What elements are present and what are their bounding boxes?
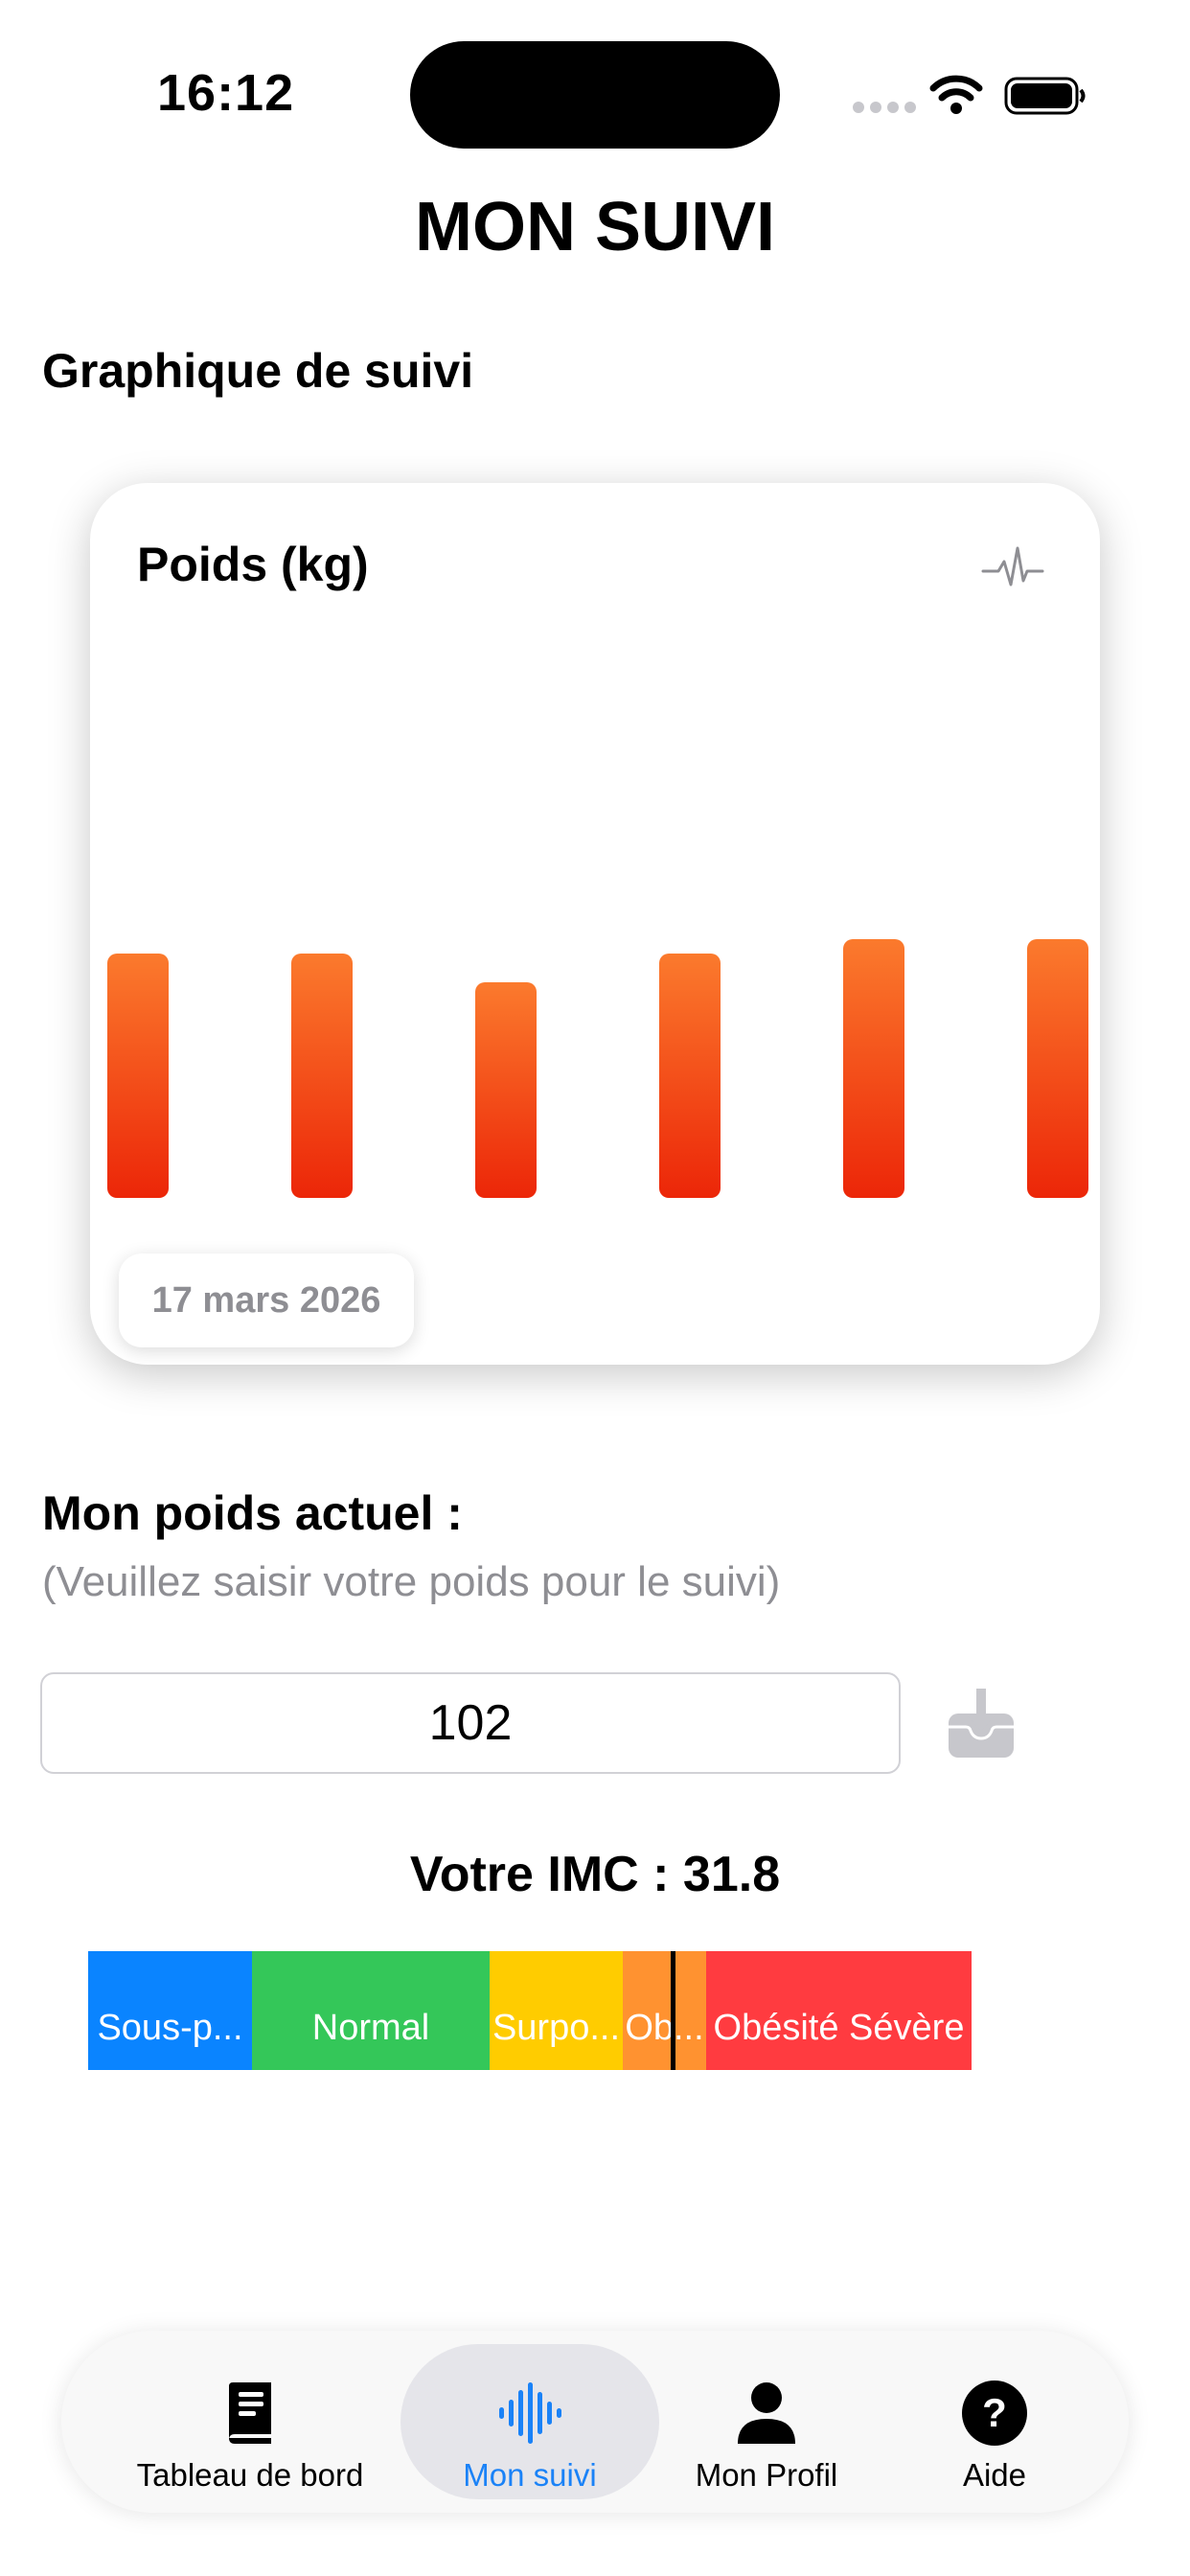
tab-label: Tableau de bord (136, 2457, 364, 2493)
imc-segment-severe-obese: Obésité Sévère (706, 1951, 972, 2070)
page-title: MON SUIVI (414, 189, 776, 265)
current-weight-label: Mon poids actuel : (42, 1486, 463, 1540)
tab-label: Mon Profil (695, 2457, 838, 2493)
dynamic-island (410, 41, 780, 149)
weight-input[interactable] (40, 1672, 901, 1774)
imc-segment-obese: Ob... (623, 1951, 706, 2070)
weight-bar[interactable] (475, 982, 537, 1198)
section-title: Graphique de suivi (42, 344, 474, 398)
question-circle-icon: ? (962, 2380, 1027, 2446)
person-icon (738, 2382, 795, 2444)
tab-mon-suivi[interactable]: Mon suivi (400, 2359, 659, 2494)
heart-rate-waveform-icon[interactable] (979, 537, 1046, 604)
status-time: 16:12 (157, 64, 295, 122)
svg-text:?: ? (982, 2390, 1007, 2435)
tab-mon-profil[interactable]: Mon Profil (671, 2359, 862, 2494)
tray-download-icon[interactable] (945, 1689, 1018, 1761)
tooltip-pointer (141, 1221, 179, 1255)
tab-aide[interactable]: ? Aide (901, 2359, 1088, 2494)
weight-hint-text: (Veuillez saisir votre poids pour le sui… (42, 1558, 781, 1605)
weight-bar[interactable] (659, 954, 721, 1198)
weight-bar[interactable] (291, 954, 353, 1198)
weight-bar[interactable] (1027, 939, 1088, 1198)
tab-dashboard[interactable]: Tableau de bord (125, 2359, 376, 2494)
tab-label: Mon suivi (463, 2457, 597, 2493)
selected-date-tooltip: 17 mars 2026 (119, 1254, 414, 1347)
imc-segment-underweight: Sous-p... (88, 1951, 252, 2070)
imc-scale: Sous-p... Normal Surpo... Ob... Obésité … (88, 1951, 972, 2070)
wifi-icon (929, 75, 983, 114)
book-icon (229, 2382, 271, 2444)
imc-segment-overweight: Surpo... (490, 1951, 623, 2070)
battery-icon (1004, 77, 1086, 115)
imc-marker (671, 1951, 675, 2070)
cellular-signal-icon (853, 102, 916, 113)
chart-title: Poids (kg) (137, 538, 369, 591)
weight-bar[interactable] (107, 954, 169, 1198)
tab-label: Aide (962, 2457, 1027, 2493)
weight-bar-chart[interactable] (90, 652, 1100, 1227)
weight-bar[interactable] (843, 939, 904, 1198)
imc-value-text: Votre IMC : 31.8 (409, 1847, 781, 1902)
waveform-icon (499, 2382, 561, 2444)
imc-segment-normal: Normal (252, 1951, 490, 2070)
